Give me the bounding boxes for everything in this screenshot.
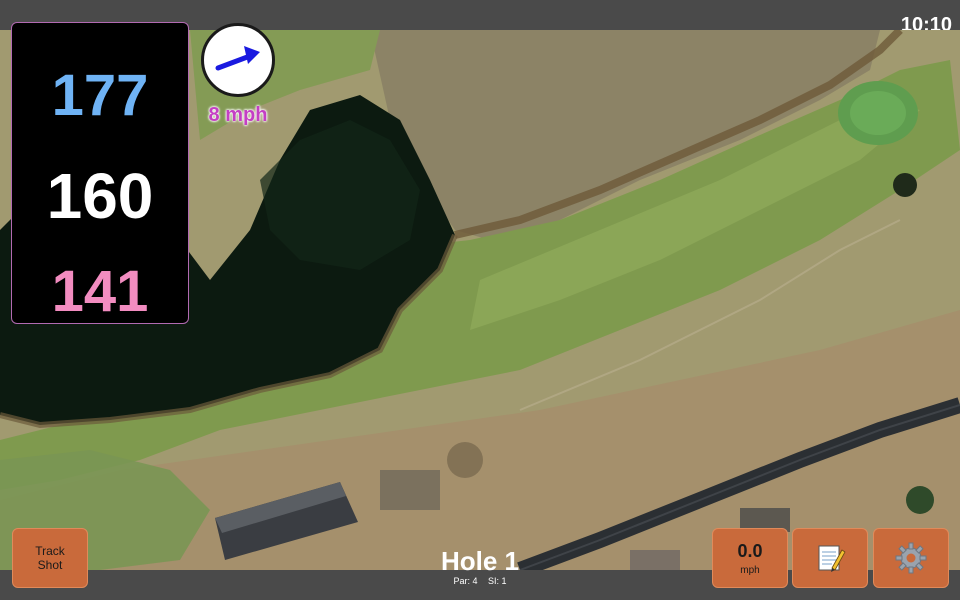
back-yardage: 177	[51, 63, 149, 128]
par-label: Par: 4	[453, 576, 478, 586]
track-shot-label: Track Shot	[35, 544, 65, 572]
wind-indicator	[201, 23, 275, 97]
middle-yardage: 160	[46, 160, 154, 232]
settings-button[interactable]	[873, 528, 949, 588]
hole-info: Par: 4 SI: 1	[400, 576, 560, 587]
speed-value: 0.0	[737, 540, 763, 561]
speed-unit: mph	[740, 564, 760, 576]
gear-icon	[895, 542, 927, 574]
hole-title: Hole 1	[440, 546, 520, 576]
arrow-icon	[215, 46, 260, 71]
notepad-icon	[818, 545, 846, 572]
front-yardage: 141	[51, 259, 149, 324]
scorecard-button[interactable]	[792, 528, 868, 588]
speed-button[interactable]: 0.0 mph	[712, 528, 788, 588]
si-label: SI: 1	[488, 576, 507, 586]
wind-speed-label: 8 mph	[208, 104, 268, 126]
track-shot-button[interactable]: Track Shot	[12, 528, 88, 588]
yardage-panel: 177 160 141	[11, 22, 189, 324]
